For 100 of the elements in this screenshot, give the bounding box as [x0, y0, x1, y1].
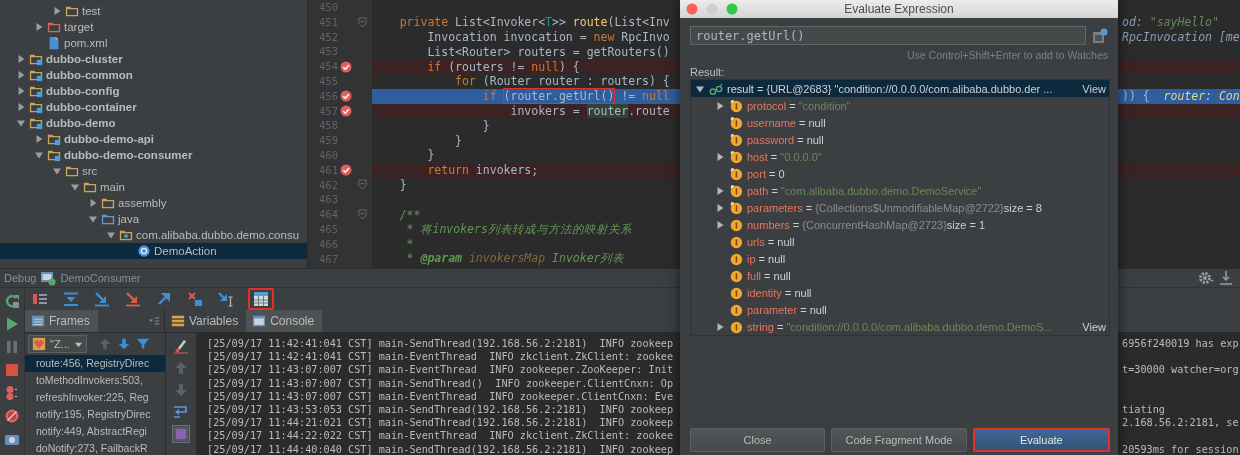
result-node[interactable]: identity = null	[691, 284, 1109, 301]
tree-item[interactable]: dubbo-demo	[0, 115, 307, 131]
breakpoint-icon[interactable]	[340, 164, 352, 177]
tree-item[interactable]: dubbo-container	[0, 99, 307, 115]
tree-arrow-icon[interactable]	[16, 86, 26, 96]
frames-tab[interactable]: Frames	[25, 310, 98, 332]
result-node[interactable]: urls = null	[691, 233, 1109, 250]
result-node[interactable]: protocol = "condition"	[691, 97, 1109, 114]
pause-icon[interactable]	[4, 339, 20, 355]
stack-frame[interactable]: refreshInvoker:225, Reg	[25, 389, 165, 406]
mute-breakpoints-icon[interactable]	[4, 408, 20, 424]
fold-icon[interactable]	[357, 209, 367, 221]
tree-arrow-icon[interactable]	[88, 214, 98, 224]
tree-arrow-icon[interactable]	[715, 321, 725, 332]
tree-item[interactable]: src	[0, 163, 307, 179]
result-value: username = null	[747, 116, 826, 129]
close-icon[interactable]	[686, 3, 698, 15]
tree-arrow-icon[interactable]	[16, 118, 26, 128]
tree-arrow-icon[interactable]	[16, 102, 26, 112]
result-node[interactable]: username = null	[691, 114, 1109, 131]
soft-wrap-icon[interactable]	[173, 404, 189, 420]
tree-item[interactable]: dubbo-common	[0, 67, 307, 83]
breakpoint-icon[interactable]	[340, 104, 352, 117]
result-node[interactable]: result = {URL@2683} "condition://0.0.0.0/com.alibaba.dubbo.der ... View	[691, 80, 1109, 97]
window-title: Evaluate Expression	[844, 2, 954, 16]
rerun-icon[interactable]	[4, 293, 20, 309]
settings-icon[interactable]	[1198, 270, 1214, 286]
tree-item[interactable]: dubbo-cluster	[0, 51, 307, 67]
variables-icon	[171, 314, 185, 328]
tree-arrow-icon[interactable]	[715, 202, 725, 213]
stack-frame[interactable]: route:456, RegistryDirec	[25, 355, 165, 372]
tree-arrow-icon[interactable]	[16, 70, 26, 80]
fold-icon[interactable]	[357, 16, 367, 28]
tree-item[interactable]: dubbo-demo-api	[0, 131, 307, 147]
panel-tab[interactable]: Variables	[165, 310, 247, 332]
result-value: password = null	[747, 133, 824, 146]
breakpoints-icon[interactable]	[4, 385, 20, 401]
result-node[interactable]: string = "condition://0.0.0.0/com.alibaba.dubbo.demo.DemoS... View	[691, 318, 1109, 335]
down-arrow-icon[interactable]	[116, 337, 131, 351]
dialog-button[interactable]: Code Fragment Mode	[831, 428, 967, 452]
class-icon	[137, 244, 151, 258]
thread-dropdown[interactable]: "Z...	[28, 335, 87, 353]
stop-icon[interactable]	[4, 362, 20, 378]
tree-arrow-icon[interactable]	[52, 6, 62, 16]
expression-field[interactable]: router.getUrl()	[690, 26, 1086, 45]
tree-item[interactable]: DemoAction	[0, 243, 307, 259]
fold-icon[interactable]	[357, 179, 367, 191]
tree-item[interactable]: main	[0, 179, 307, 195]
code-line: }	[454, 133, 462, 148]
code-line: *	[405, 237, 414, 252]
tree-arrow-icon[interactable]	[34, 22, 44, 32]
filter-icon[interactable]	[135, 337, 150, 351]
panel-tab[interactable]: Console	[246, 310, 323, 332]
dialog-button[interactable]: Evaluate	[972, 428, 1110, 452]
stack-frame[interactable]: notify:449, AbstractRegi	[25, 423, 165, 440]
tree-arrow-icon[interactable]	[34, 134, 44, 144]
breakpoint-icon[interactable]	[340, 60, 352, 73]
stack-frame[interactable]: toMethodInvokers:503,	[25, 372, 165, 389]
tree-item[interactable]: java	[0, 211, 307, 227]
result-node[interactable]: port = 0	[691, 165, 1109, 182]
result-node[interactable]: full = null	[691, 267, 1109, 284]
result-node[interactable]: path = "com.alibaba.dubbo.demo.DemoService"	[691, 182, 1109, 199]
tree-item[interactable]: dubbo-config	[0, 83, 307, 99]
tree-arrow-icon[interactable]	[70, 182, 80, 192]
tree-arrow-icon[interactable]	[715, 219, 725, 230]
result-node[interactable]: host = "0.0.0.0"	[691, 148, 1109, 165]
tree-item[interactable]: com.alibaba.dubbo.demo.consu	[0, 227, 307, 243]
result-value: ip = null	[747, 252, 786, 265]
tree-item[interactable]: dubbo-demo-consumer	[0, 147, 307, 163]
tree-arrow-icon[interactable]	[52, 166, 62, 176]
tree-item[interactable]: target	[0, 19, 307, 35]
clear-icon[interactable]	[173, 338, 189, 354]
tree-arrow-icon[interactable]	[715, 100, 725, 111]
tree-arrow-icon[interactable]	[88, 198, 98, 208]
tree-arrow-icon[interactable]	[16, 54, 26, 64]
tree-arrow-icon[interactable]	[34, 150, 44, 160]
view-link[interactable]: View	[1082, 82, 1106, 95]
run-config-name[interactable]: DemoConsumer	[60, 272, 141, 284]
dialog-button[interactable]: Close	[690, 428, 826, 452]
add-to-watches-icon[interactable]	[1092, 27, 1108, 44]
stack-frame[interactable]: notify:195, RegistryDirec	[25, 406, 165, 423]
view-link[interactable]: View	[1082, 320, 1106, 333]
result-node[interactable]: parameter = null	[691, 301, 1109, 318]
console-line: t=30000 watcher=org	[1122, 363, 1239, 377]
resume-icon[interactable]	[4, 316, 20, 332]
result-node[interactable]: ip = null	[691, 250, 1109, 267]
stack-frame[interactable]: doNotify:273, FailbackR	[25, 440, 165, 455]
result-value: protocol = "condition"	[747, 99, 851, 112]
breakpoint-icon[interactable]	[340, 90, 352, 103]
download-icon[interactable]	[1218, 270, 1234, 286]
result-node[interactable]: numbers = {ConcurrentHashMap@2723}size = 1	[691, 216, 1109, 233]
tree-item[interactable]: assembly	[0, 195, 307, 211]
tree-item[interactable]: pom.xml	[0, 35, 307, 51]
result-node[interactable]: password = null	[691, 131, 1109, 148]
result-node[interactable]: parameters = {Collections$UnmodifiableMap@2722}size = 8	[691, 199, 1109, 216]
tree-arrow-icon[interactable]	[715, 185, 725, 196]
tree-arrow-icon[interactable]	[106, 230, 116, 240]
tree-item[interactable]: test	[0, 3, 307, 19]
folder-icon	[83, 180, 97, 194]
tree-arrow-icon[interactable]	[715, 151, 725, 162]
